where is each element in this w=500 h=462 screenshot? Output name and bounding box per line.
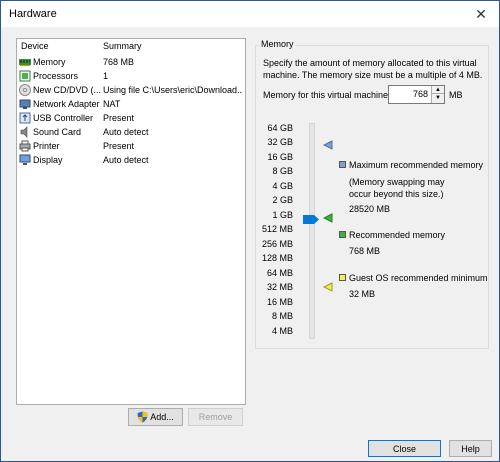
device-list[interactable]: Device Summary Memory 768 MB Processors … [16,38,246,405]
close-window-icon[interactable]: ✕ [463,1,499,27]
scale-label: 16 GB [267,152,293,162]
display-icon [19,154,31,165]
scale-label: 512 MB [261,224,293,234]
scale-label: 128 MB [261,253,293,263]
network-adapter-icon [19,99,31,109]
window-title: Hardware [9,8,57,20]
usb-controller-icon [19,112,31,124]
max-recommended-marker-icon [323,140,333,150]
max-recommended-label: Maximum recommended memory [349,160,484,170]
memory-slider-thumb[interactable] [303,215,319,224]
remove-button[interactable]: Remove [188,408,243,426]
spin-down-icon[interactable]: ▼ [432,94,444,102]
device-row-sound-card[interactable]: Sound Card Auto detect [17,125,245,139]
scale-label: 8 GB [272,166,293,176]
summary-column-header[interactable]: Summary [103,41,142,51]
add-button-label: Add... [150,412,174,422]
cd-dvd-icon [19,84,31,96]
device-name: Processors [33,71,79,81]
device-list-header: Device Summary [17,41,245,55]
device-summary: 1 [103,71,109,81]
max-recommended-swatch [339,161,346,168]
device-name: Display [33,155,63,165]
guest-minimum-label: Guest OS recommended minimum [349,273,488,283]
device-summary: Present [103,141,135,151]
device-row-cd-dvd[interactable]: New CD/DVD (... Using file C:\Users\eric… [17,83,245,97]
device-row-network-adapter[interactable]: Network Adapter NAT [17,97,245,111]
device-row-processors[interactable]: Processors 1 [17,69,245,83]
device-row-memory[interactable]: Memory 768 MB [17,55,245,69]
memory-unit-label: MB [449,90,463,100]
scale-label: 32 GB [267,137,293,147]
processor-icon [19,70,31,82]
memory-group-title: Memory [259,39,296,49]
scale-label: 16 MB [266,297,293,307]
device-name: USB Controller [33,113,94,123]
sound-card-icon [20,126,28,138]
scale-label: 2 GB [272,195,293,205]
memory-field-label: Memory for this virtual machine: [263,90,391,100]
device-column-header[interactable]: Device [21,41,49,51]
scale-label: 64 MB [266,268,293,278]
device-row-display[interactable]: Display Auto detect [17,153,245,167]
device-row-printer[interactable]: Printer Present [17,139,245,153]
recommended-marker-icon [323,213,333,223]
shield-icon [137,411,148,423]
scale-label: 256 MB [261,239,293,249]
add-button[interactable]: Add... [128,408,183,426]
help-button[interactable]: Help [449,440,492,457]
max-recommended-note: (Memory swapping may occur beyond this s… [349,177,445,199]
title-bar: Hardware ✕ [1,1,499,27]
scale-label: 64 GB [267,123,293,133]
recommended-label: Recommended memory [349,230,446,240]
printer-icon [19,140,31,152]
spin-up-icon[interactable]: ▲ [432,86,444,94]
device-summary: Using file C:\Users\eric\Download... [103,85,243,95]
memory-value[interactable]: 768 [413,89,428,99]
recommended-swatch [339,231,346,238]
help-button-label: Help [461,443,480,454]
guest-minimum-marker-icon [323,282,333,292]
device-summary: NAT [103,99,121,109]
guest-minimum-value: 32 MB [349,289,376,299]
device-row-usb-controller[interactable]: USB Controller Present [17,111,245,125]
device-summary: 768 MB [103,57,135,67]
device-name: New CD/DVD (... [33,85,102,95]
close-button[interactable]: Close [368,440,441,457]
device-name: Printer [33,141,60,151]
hardware-dialog: Hardware ✕ Device Summary Memory 768 MB … [0,0,500,462]
max-recommended-value: 28520 MB [349,204,391,214]
device-summary: Auto detect [103,155,149,165]
scale-label: 8 MB [271,311,293,321]
guest-minimum-swatch [339,274,346,281]
close-button-label: Close [392,443,416,454]
spin-buttons: ▲ ▼ [431,86,444,103]
device-summary: Present [103,113,135,123]
memory-icon [19,59,31,66]
scale-label: 4 MB [271,326,293,336]
device-summary: Auto detect [103,127,149,137]
memory-slider-track[interactable] [309,123,315,339]
memory-spinbox[interactable]: 768 ▲ ▼ [388,85,445,104]
memory-description: Specify the amount of memory allocated t… [263,58,483,80]
remove-button-label: Remove [198,412,233,422]
device-name: Memory [33,57,66,67]
scale-label: 4 GB [272,181,293,191]
device-name: Network Adapter [33,99,100,109]
scale-label: 1 GB [272,210,293,220]
scale-label: 32 MB [266,282,293,292]
device-name: Sound Card [33,127,82,137]
recommended-value: 768 MB [349,246,381,256]
